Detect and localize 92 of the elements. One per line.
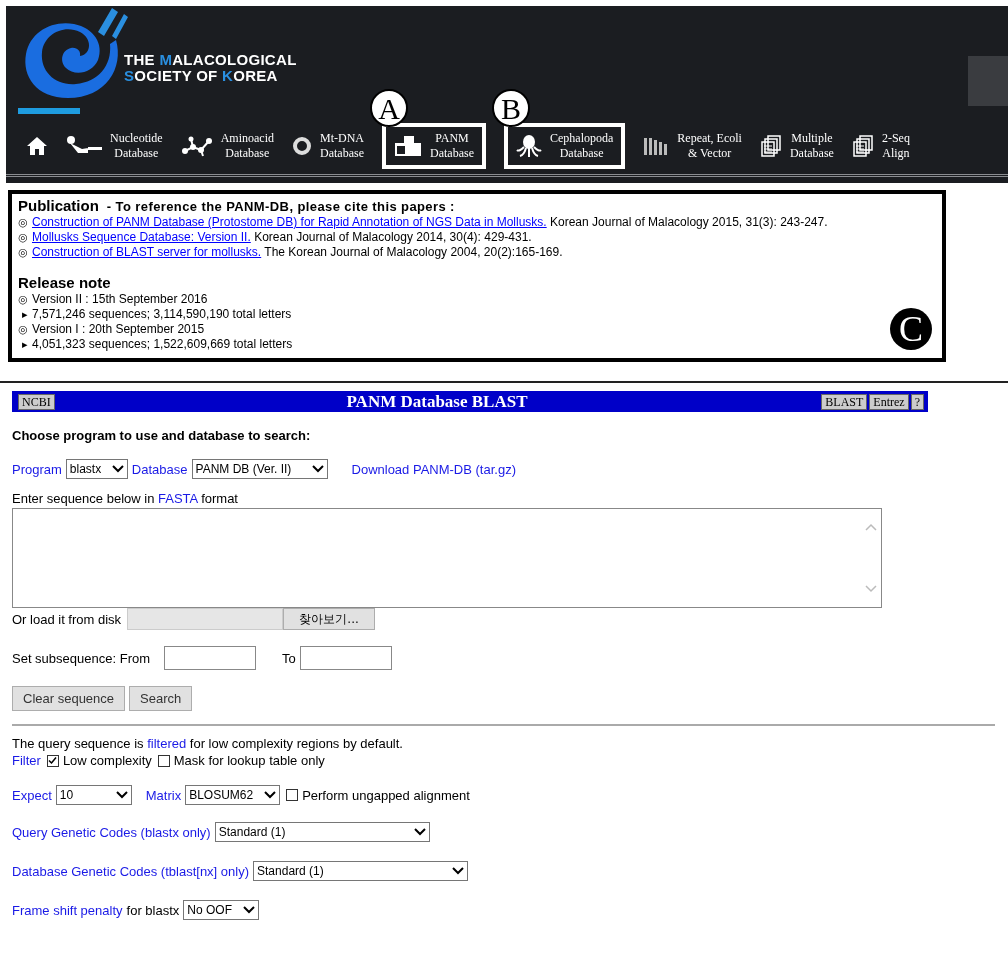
checkbox[interactable] [157,754,170,767]
filter-note: The query sequence is filtered for low complexity regions by default. [12,736,403,751]
menu-item[interactable]: Repeat, Ecoli & Vector [639,123,746,169]
molecule-icon [180,135,213,157]
ncbi-button[interactable]: NCBI [18,393,55,410]
from-field[interactable] [164,646,257,670]
dropdown[interactable]: PANM DB (Ver. II) [191,459,328,479]
frame-shift-link[interactable]: Frame shift penalty [12,902,123,918]
chevron-icon [115,791,128,799]
clear-button[interactable]: Clear sequence [12,686,126,711]
ring-icon [292,136,312,156]
bullet-mark: ◎ [18,292,28,307]
matrix-link[interactable]: Matrix [145,787,182,803]
bullet-mark: ◎ [18,322,28,337]
menu-item[interactable]: Multiple Database [755,123,838,169]
checkbox-label: Low complexity [62,753,152,768]
citation-text: Construction of BLAST server for mollusks. The Korean Journal of Malacology 2004, 20(2):165-169. [32,245,563,260]
bullet-mark: ◎ [18,245,28,260]
nav-button[interactable]: BLAST [821,393,868,410]
logo-text: THE MALACOLOGICAL SOCIETY OF KOREA [124,52,297,84]
scroll-down-icon [865,585,877,593]
release-detail: 7,571,246 sequences; 3,114,590,190 total letters [32,307,292,322]
menu-item[interactable]: Aminoacid Database [176,123,278,169]
section-title: Release note [18,274,111,291]
paper-link[interactable]: Mollusks Sequence Database: Version II. [32,230,251,244]
callout-badge: B [491,89,530,127]
to-field[interactable] [299,646,392,670]
download-link[interactable]: Download PANM-DB (tar.gz) [351,461,516,477]
bars-icon [643,136,670,156]
chevron-icon [243,906,256,914]
paper-link[interactable]: Construction of BLAST server for mollusks. [32,245,262,259]
nav-button[interactable]: ? [910,393,924,410]
chevron-icon [264,791,277,799]
header-tile [968,56,1008,106]
chevron-icon [111,465,124,473]
bullet-mark: ◎ [18,215,28,230]
scroll-up-icon [865,523,877,531]
chevron-icon [413,828,426,836]
dropdown[interactable]: Standard (1) [214,822,430,842]
bullet-mark: ▸ [22,337,28,352]
file-label: Or load it from disk [12,611,122,627]
dropdown[interactable]: BLOSUM62 [185,785,281,805]
highlighted-menu-item[interactable]: Cephalopoda Database [503,123,626,169]
checkbox-label: Mask for lookup table only [173,753,325,768]
documents-icon [851,135,874,157]
dropdown[interactable]: 10 [55,785,132,805]
accent-stripe [18,108,80,114]
expect-link[interactable]: Expect [12,787,52,803]
menu-item[interactable]: 2-Seq Align [847,123,914,169]
frame-shift-text: for blastx [126,902,180,918]
citation-text: Mollusks Sequence Database: Version II. Korean Journal of Malacology 2014, 30(4): 429-431. [32,230,532,245]
to-label: To [282,650,296,666]
bullet-mark: ▸ [22,307,28,322]
database-link[interactable]: Database [131,461,188,477]
paper-link[interactable]: Construction of PANM Database (Protostome DB) for Rapid Annotation of NGS Data in Mollusks. [32,215,547,229]
checkbox[interactable] [286,789,299,801]
window-icon [394,135,422,157]
octopus-icon [515,134,542,158]
highlighted-menu-item[interactable]: PANM Database [382,123,486,169]
section-title: Publication [18,196,99,215]
intro-text: Choose program to use and database to search: [12,428,311,443]
home-icon [26,136,48,156]
release-text: Version II : 15th September 2016 [32,292,208,307]
filtered-link[interactable]: filtered [147,736,187,751]
instruction-text: Enter sequence below in FASTA format [12,491,238,506]
callout-badge: A [370,89,408,127]
section-subtitle: - To reference the PANM-DB, please cite this papers : [106,199,455,214]
nav-button[interactable]: Entrez [869,393,909,410]
dropdown[interactable]: No OOF [183,900,260,920]
filter-link[interactable]: Filter [12,753,41,768]
checkbox-label: Perform ungapped alignment [302,787,470,803]
release-text: Version I : 20th September 2015 [32,322,205,337]
program-link[interactable]: Program [12,461,62,477]
query-codes-link[interactable]: Query Genetic Codes (blastx only) [12,824,211,840]
checkbox[interactable] [46,754,59,767]
dropdown[interactable]: blastx [65,459,128,479]
dropdown[interactable]: Standard (1) [253,861,468,881]
release-detail: 4,051,323 sequences; 1,522,609,669 total letters [32,337,293,352]
menu-item[interactable]: Nucleotide Database [62,123,167,169]
page-title: PANM Database BLAST [345,391,529,412]
menu-item[interactable]: Mt-DNA Database [288,123,368,169]
bullet-mark: ◎ [18,230,28,245]
sequence-textarea[interactable] [12,508,882,608]
citation-text: Construction of PANM Database (Protostome DB) for Rapid Annotation of NGS Data in Mollusks. Korean Journal of Malacology 2015, 31(3): 243-247. [32,215,828,230]
callout-badge: C [890,308,932,350]
search-button[interactable]: Search [129,686,193,711]
chevron-icon [311,465,324,473]
chevron-icon [452,867,464,875]
database-codes-link[interactable]: Database Genetic Codes (tblast[nx] only) [12,863,249,879]
fasta-link[interactable]: FASTA [158,491,198,506]
documents-icon [759,135,782,157]
subsequence-label: Set subsequence: From [12,650,151,666]
